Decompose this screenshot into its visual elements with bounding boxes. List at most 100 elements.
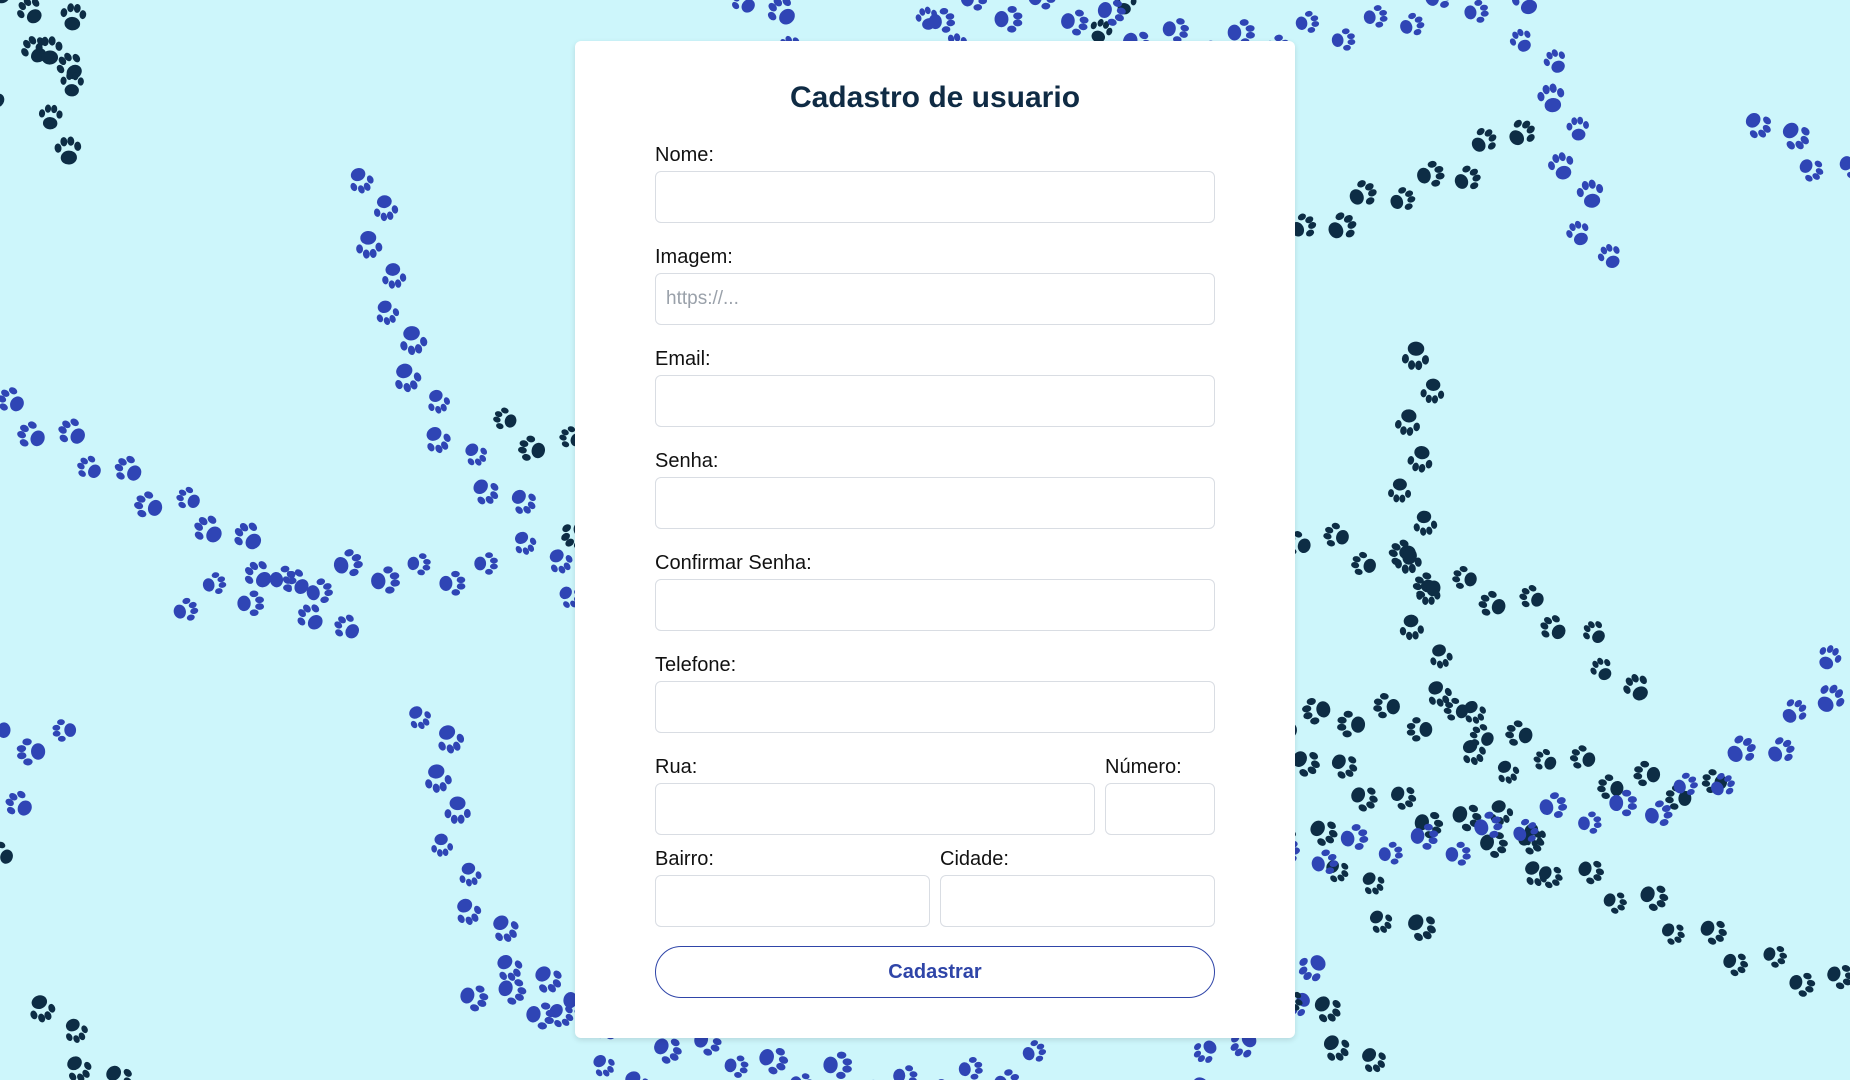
paw-print-icon bbox=[1657, 917, 1689, 949]
paw-print-icon bbox=[543, 997, 579, 1032]
paw-print-icon bbox=[1563, 217, 1594, 250]
paw-print-icon bbox=[1485, 796, 1516, 828]
bairro-input[interactable] bbox=[655, 875, 930, 927]
paw-print-icon bbox=[1794, 153, 1828, 186]
telefone-input[interactable] bbox=[655, 681, 1215, 733]
paw-print-icon bbox=[406, 551, 432, 577]
paw-print-icon bbox=[1372, 692, 1402, 720]
paw-print-icon bbox=[1595, 772, 1626, 802]
paw-print-icon bbox=[1471, 809, 1505, 842]
cadastrar-button[interactable]: Cadastrar bbox=[655, 946, 1215, 998]
paw-print-icon bbox=[0, 0, 17, 8]
paw-print-icon bbox=[762, 0, 802, 32]
paw-print-icon bbox=[0, 382, 30, 419]
paw-print-icon bbox=[444, 796, 471, 824]
paw-print-icon bbox=[292, 598, 330, 636]
paw-print-icon bbox=[1409, 569, 1445, 604]
email-input[interactable] bbox=[655, 375, 1215, 427]
paw-print-icon bbox=[389, 359, 425, 396]
paw-print-icon bbox=[1338, 822, 1370, 853]
cidade-input[interactable] bbox=[940, 875, 1215, 927]
imagem-label: Imagem: bbox=[655, 246, 733, 268]
paw-print-icon bbox=[403, 701, 436, 734]
paw-print-icon bbox=[53, 135, 83, 166]
paw-print-icon bbox=[1776, 694, 1812, 730]
paw-print-icon bbox=[1477, 828, 1511, 861]
paw-print-icon bbox=[456, 860, 484, 889]
paw-print-icon bbox=[429, 832, 455, 858]
paw-print-icon bbox=[52, 718, 77, 743]
paw-print-icon bbox=[1346, 780, 1382, 816]
senha-input[interactable] bbox=[655, 477, 1215, 529]
paw-print-icon bbox=[1409, 822, 1439, 851]
paw-print-icon bbox=[330, 546, 366, 581]
numero-input[interactable] bbox=[1105, 783, 1215, 835]
paw-print-icon bbox=[508, 527, 540, 559]
paw-print-icon bbox=[1786, 968, 1818, 1000]
paw-print-icon bbox=[344, 163, 378, 198]
rua-input[interactable] bbox=[655, 783, 1095, 835]
confirmar-senha-input[interactable] bbox=[655, 579, 1215, 631]
paw-print-icon bbox=[1344, 176, 1381, 212]
nome-input[interactable] bbox=[655, 171, 1215, 223]
paw-print-icon bbox=[1411, 807, 1446, 841]
paw-print-icon bbox=[439, 570, 466, 596]
paw-print-icon bbox=[1810, 678, 1850, 719]
paw-print-icon bbox=[13, 417, 50, 454]
paw-print-icon bbox=[1094, 0, 1129, 29]
paw-print-icon bbox=[1364, 904, 1397, 938]
paw-print-icon bbox=[1160, 15, 1191, 45]
paw-print-icon bbox=[1450, 162, 1485, 196]
paw-print-icon bbox=[1594, 240, 1626, 273]
paw-print-icon bbox=[1664, 783, 1693, 812]
imagem-input[interactable] bbox=[655, 273, 1215, 325]
paw-print-icon bbox=[421, 761, 454, 795]
paw-print-icon bbox=[494, 973, 530, 1008]
paw-print-icon bbox=[457, 980, 491, 1014]
paw-print-icon bbox=[237, 590, 265, 617]
paw-print-icon bbox=[1322, 207, 1362, 246]
paw-print-icon bbox=[1293, 948, 1332, 987]
paw-print-icon bbox=[1384, 535, 1422, 572]
paw-print-icon bbox=[1721, 730, 1761, 770]
paw-print-icon bbox=[1491, 756, 1523, 788]
paw-print-icon bbox=[1304, 813, 1343, 851]
paw-print-icon bbox=[1466, 123, 1502, 159]
paw-print-icon bbox=[1508, 0, 1545, 19]
paw-print-icon bbox=[1535, 81, 1568, 115]
paw-print-icon bbox=[892, 1063, 919, 1080]
paw-print-icon bbox=[396, 323, 430, 358]
paw-print-icon bbox=[228, 516, 269, 557]
paw-print-icon bbox=[1450, 564, 1480, 593]
paw-print-icon bbox=[1775, 115, 1816, 156]
paw-print-icon bbox=[1706, 769, 1739, 802]
paw-print-icon bbox=[24, 991, 59, 1026]
paw-print-icon bbox=[1823, 960, 1850, 993]
paw-print-icon bbox=[1309, 847, 1340, 878]
paw-print-icon bbox=[1502, 114, 1541, 152]
paw-print-icon bbox=[1411, 508, 1439, 538]
paw-print-icon bbox=[1019, 1037, 1049, 1066]
paw-print-icon bbox=[1448, 799, 1485, 835]
paw-print-icon bbox=[994, 5, 1023, 33]
paw-print-icon bbox=[1540, 45, 1571, 77]
rua-label: Rua: bbox=[655, 756, 698, 778]
paw-print-icon bbox=[1513, 824, 1549, 859]
email-label: Email: bbox=[655, 348, 711, 370]
paw-print-icon bbox=[277, 564, 315, 601]
paw-print-icon bbox=[1419, 377, 1446, 405]
paw-print-icon bbox=[1586, 653, 1618, 685]
paw-print-icon bbox=[1534, 860, 1567, 892]
paw-print-icon bbox=[1331, 27, 1356, 52]
registration-card: Cadastro de usuario Nome: Imagem: Email:… bbox=[575, 41, 1295, 1038]
paw-print-icon bbox=[1377, 840, 1404, 867]
paw-print-icon bbox=[1670, 770, 1701, 800]
paw-print-icon bbox=[130, 488, 167, 523]
paw-print-icon bbox=[788, 1071, 815, 1080]
paw-print-icon bbox=[1414, 159, 1447, 190]
paw-print-icon bbox=[423, 386, 453, 417]
paw-print-icon bbox=[490, 949, 528, 986]
paw-print-icon bbox=[1401, 906, 1442, 947]
paw-print-icon bbox=[1578, 616, 1611, 649]
paw-print-icon bbox=[1537, 790, 1570, 822]
